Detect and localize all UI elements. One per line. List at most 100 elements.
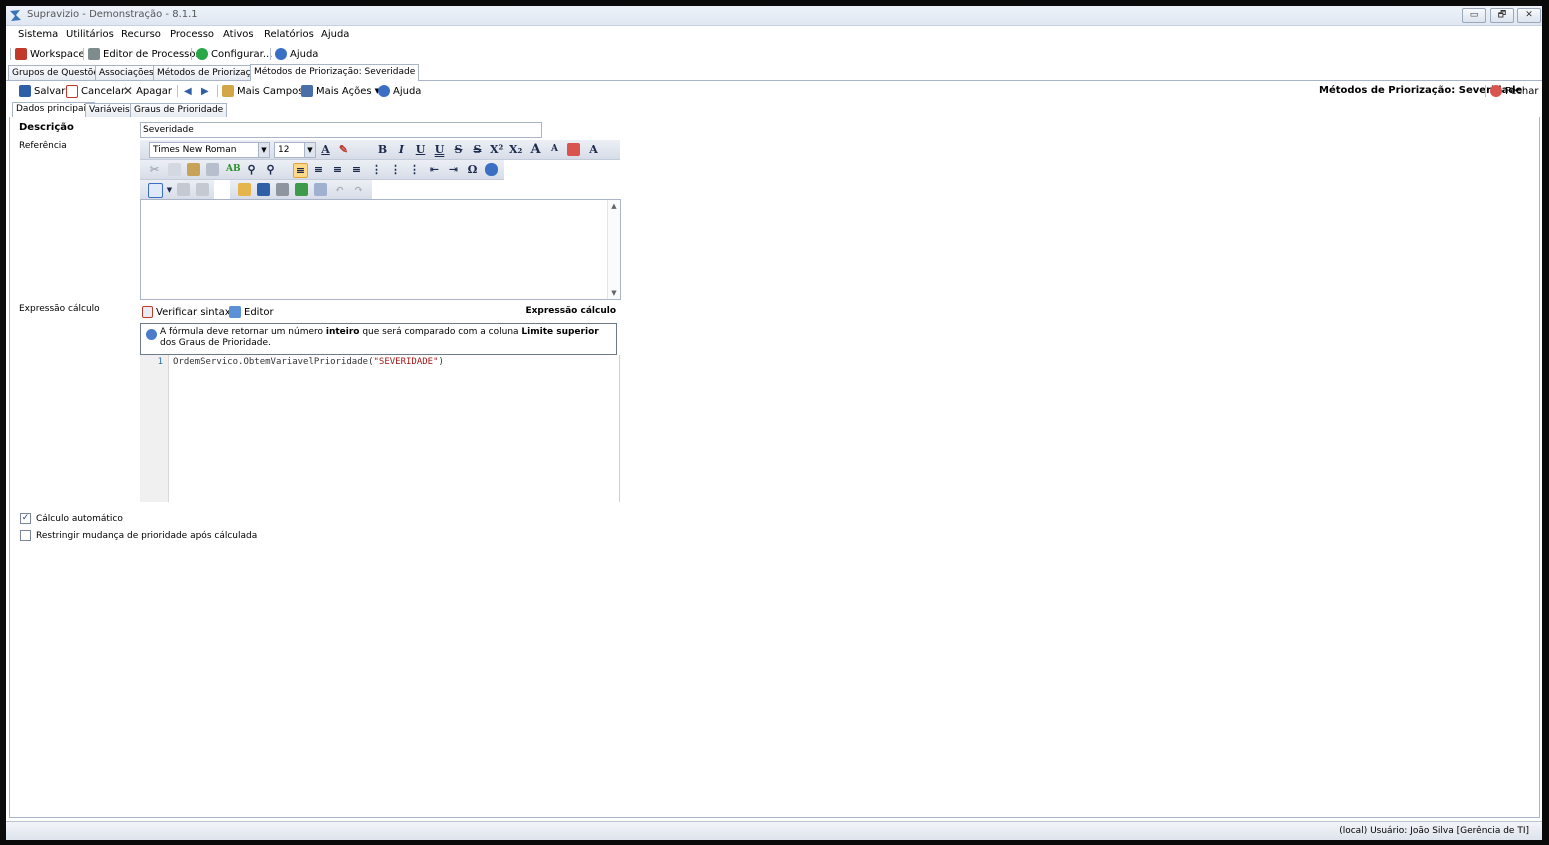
restrict-checkbox[interactable] [20,530,31,541]
double-underline-icon[interactable]: U [433,143,446,156]
clear-format-icon[interactable] [567,143,580,156]
scroll-up-icon[interactable]: ▲ [608,202,620,210]
reference-scrollbar[interactable]: ▲ ▼ [607,200,620,299]
hint-text-part: dos Graus de Prioridade. [160,338,271,348]
menu-ativos[interactable]: Ativos [223,29,254,40]
print-preview-icon[interactable] [295,183,308,196]
description-label: Descrição [19,122,74,133]
save-button[interactable]: Salvar [19,84,65,98]
workspace-button[interactable]: Workspace [15,47,85,61]
table-props-icon[interactable] [177,183,190,196]
cancel-button[interactable]: Cancelar [66,84,125,98]
font-dialog-icon[interactable]: A [587,143,600,156]
chevron-down-icon[interactable]: ▼ [163,183,176,196]
restore-button[interactable]: 🗗 [1490,8,1514,23]
eraser-icon[interactable] [206,163,219,176]
editor-button[interactable]: Editor [229,305,274,319]
copy-icon[interactable] [168,163,181,176]
page-setup-icon[interactable] [314,183,327,196]
tab-dados-principais[interactable]: Dados principais [12,102,95,118]
menu-recurso[interactable]: Recurso [121,29,161,40]
scroll-down-icon[interactable]: ▼ [608,289,620,297]
highlight-icon[interactable]: ✎ [337,143,350,156]
doc-help-button[interactable]: Ajuda [378,84,421,98]
table-delete-icon[interactable] [196,183,209,196]
open-folder-icon[interactable] [238,183,251,196]
print-icon[interactable] [276,183,289,196]
find-icon[interactable]: ⚲ [245,163,258,176]
redo-icon[interactable]: ↷ [352,183,365,196]
tab-associacoes[interactable]: Associações [95,65,158,80]
delete-button[interactable]: ✕ Apagar [123,84,172,98]
tab-graus-prioridade[interactable]: Graus de Prioridade [130,103,228,117]
spellcheck-icon[interactable]: AB [226,163,241,176]
multilevel-list-icon[interactable]: ⋮ [408,163,421,176]
process-editor-button[interactable]: Editor de Processos [88,47,201,61]
fields-icon [222,85,234,97]
next-record-button[interactable]: ▶ [201,84,209,98]
menu-relatorios[interactable]: Relatórios [264,29,314,40]
document-toolbar: Salvar Cancelar ✕ Apagar ◀ ▶ Mais Campos… [6,81,1542,101]
cut-icon[interactable]: ✂ [148,163,161,176]
align-center-icon[interactable]: ≡ [312,163,325,176]
add-circle-icon [196,48,208,60]
shrink-font-icon[interactable]: A [548,143,561,156]
previous-record-button[interactable]: ◀ [184,84,192,98]
font-size-select[interactable]: 12 ▼ [274,142,316,158]
tab-variaveis[interactable]: Variáveis [85,103,134,117]
more-actions-button[interactable]: Mais Ações ▼ [301,84,380,98]
bullet-list-icon[interactable]: ⋮ [389,163,402,176]
close-document-button[interactable]: Fechar [1490,84,1538,98]
more-fields-label: Mais Campos [237,85,304,97]
help-button[interactable]: Ajuda [275,47,318,61]
menu-utilitarios[interactable]: Utilitários [66,29,114,40]
font-color-icon[interactable]: A [319,143,332,156]
save-doc-icon[interactable] [257,183,270,196]
hint-text: A fórmula deve retornar um número inteir… [160,327,610,349]
subscript-icon[interactable]: X₂ [509,143,522,156]
hyperlink-icon[interactable] [485,163,498,176]
numbered-list-icon[interactable]: ⋮ [370,163,383,176]
hint-text-part: que será comparado com a coluna [359,327,522,337]
increase-indent-icon[interactable]: ⇥ [447,163,460,176]
table-icon[interactable] [148,183,163,198]
line-number-gutter: 1 [140,355,169,502]
bold-icon[interactable]: B [376,143,389,156]
grow-font-icon[interactable]: A [529,143,542,156]
symbol-icon[interactable]: Ω [466,163,479,176]
align-right-icon[interactable]: ≡ [331,163,344,176]
expression-code-editor[interactable]: 1 OrdemServico.ObtemVariavelPrioridade("… [140,355,620,502]
justify-icon[interactable]: ≡ [350,163,363,176]
toolbar-separator [217,85,218,97]
minimize-button[interactable]: ▭ [1462,8,1486,23]
font-name-select[interactable]: Times New Roman ▼ [149,142,270,158]
code-line[interactable]: OrdemServico.ObtemVariavelPrioridade("SE… [173,357,444,367]
expression-label: Expressão cálculo [19,304,100,314]
superscript-icon[interactable]: X² [490,143,503,156]
form-tabs: Dados principais Variáveis Graus de Prio… [9,102,1539,118]
tab-metodos-priorizacao[interactable]: Métodos de Priorização [153,65,266,80]
strikethrough-icon[interactable]: S [452,143,465,156]
auto-calc-checkbox[interactable]: ✓ [20,513,31,524]
description-input[interactable]: Severidade [140,122,542,138]
reference-editor[interactable]: ▲ ▼ [140,199,621,300]
verify-syntax-button[interactable]: Verificar sintaxe [142,305,236,319]
italic-icon[interactable]: I [395,143,408,156]
underline-icon[interactable]: U [414,143,427,156]
undo-icon[interactable]: ↶ [333,183,346,196]
more-fields-button[interactable]: Mais Campos [222,84,303,98]
close-window-button[interactable]: ✕ [1517,8,1541,23]
menu-processo[interactable]: Processo [170,29,214,40]
decrease-indent-icon[interactable]: ⇤ [428,163,441,176]
tab-metodos-severidade[interactable]: Métodos de Priorização: Severidade [250,64,420,81]
align-left-icon[interactable]: ≡ [293,163,308,178]
double-strikethrough-icon[interactable]: S [471,143,484,156]
menu-sistema[interactable]: Sistema [18,29,58,40]
auto-calc-checkbox-row[interactable]: ✓ Cálculo automático [20,513,123,524]
menu-ajuda[interactable]: Ajuda [321,29,349,40]
tab-grupos-questoes[interactable]: Grupos de Questões [8,65,108,80]
replace-icon[interactable]: ⚲ [264,163,277,176]
paste-icon[interactable] [187,163,200,176]
restrict-checkbox-row[interactable]: Restringir mudança de prioridade após cá… [20,530,257,541]
configure-button[interactable]: Configurar... [196,47,272,61]
